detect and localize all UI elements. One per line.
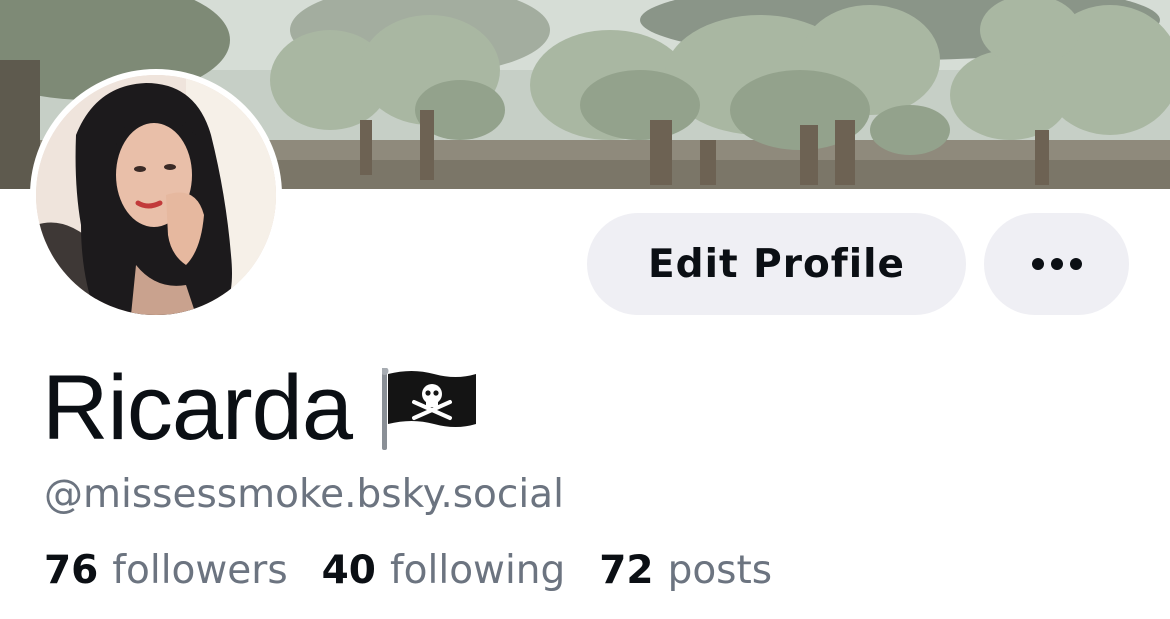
pirate-flag-icon: [380, 366, 478, 455]
followers-label: followers: [112, 548, 288, 593]
profile-handle: @missessmoke.bsky.social: [44, 472, 564, 517]
following-stat[interactable]: 40 following: [322, 546, 566, 596]
following-count: 40: [321, 548, 376, 593]
posts-stat: 72 posts: [599, 546, 772, 596]
followers-count: 76: [44, 548, 99, 593]
posts-count: 72: [599, 548, 654, 593]
more-options-button[interactable]: [984, 213, 1129, 315]
ellipsis-icon: [1031, 258, 1082, 270]
profile-stats: 76 followers 40 following 72 posts: [44, 546, 806, 596]
display-name: Ricarda: [42, 357, 353, 459]
following-label: following: [389, 548, 566, 593]
followers-stat[interactable]: 76 followers: [44, 546, 288, 596]
posts-label: posts: [667, 548, 773, 593]
profile-header: Edit Profile Ricarda @missessmoke.bsky.s…: [0, 0, 1170, 619]
display-name-row: Ricarda: [42, 358, 478, 458]
avatar[interactable]: [30, 69, 282, 321]
edit-profile-button[interactable]: Edit Profile: [587, 213, 966, 315]
avatar-portrait-image: [36, 75, 276, 315]
